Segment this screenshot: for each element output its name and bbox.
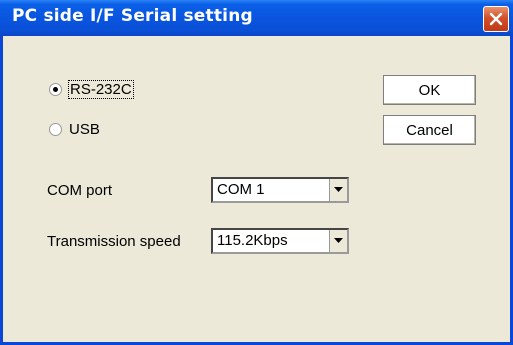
com-port-dropdown-button[interactable]: [329, 179, 347, 201]
com-port-select[interactable]: COM 1: [211, 177, 349, 203]
radio-button-icon[interactable]: [49, 123, 62, 136]
dialog-body: RS-232C USB OK Cancel COM port COM 1 Tra…: [3, 36, 510, 342]
com-port-label: COM port: [47, 182, 113, 199]
radio-usb-label: USB: [69, 121, 100, 138]
transmission-speed-dropdown-button[interactable]: [329, 230, 347, 252]
radio-rs232c-label: RS-232C: [68, 80, 134, 99]
com-port-value: COM 1: [217, 181, 265, 198]
serial-setting-dialog: PC side I/F Serial setting RS-232C USB O…: [0, 0, 513, 345]
radio-usb[interactable]: USB: [49, 121, 100, 138]
radio-button-icon[interactable]: [49, 83, 62, 96]
title-bar[interactable]: PC side I/F Serial setting: [0, 0, 513, 36]
close-icon: [489, 12, 503, 26]
chevron-down-icon: [334, 187, 343, 192]
chevron-down-icon: [334, 238, 343, 243]
close-button[interactable]: [483, 6, 509, 32]
transmission-speed-value: 115.2Kbps: [217, 232, 288, 249]
radio-rs232c[interactable]: RS-232C: [49, 80, 134, 99]
dialog-title: PC side I/F Serial setting: [12, 6, 253, 26]
ok-button[interactable]: OK: [383, 75, 476, 105]
cancel-button[interactable]: Cancel: [383, 115, 476, 145]
transmission-speed-label: Transmission speed: [47, 233, 181, 250]
transmission-speed-select[interactable]: 115.2Kbps: [211, 228, 349, 254]
